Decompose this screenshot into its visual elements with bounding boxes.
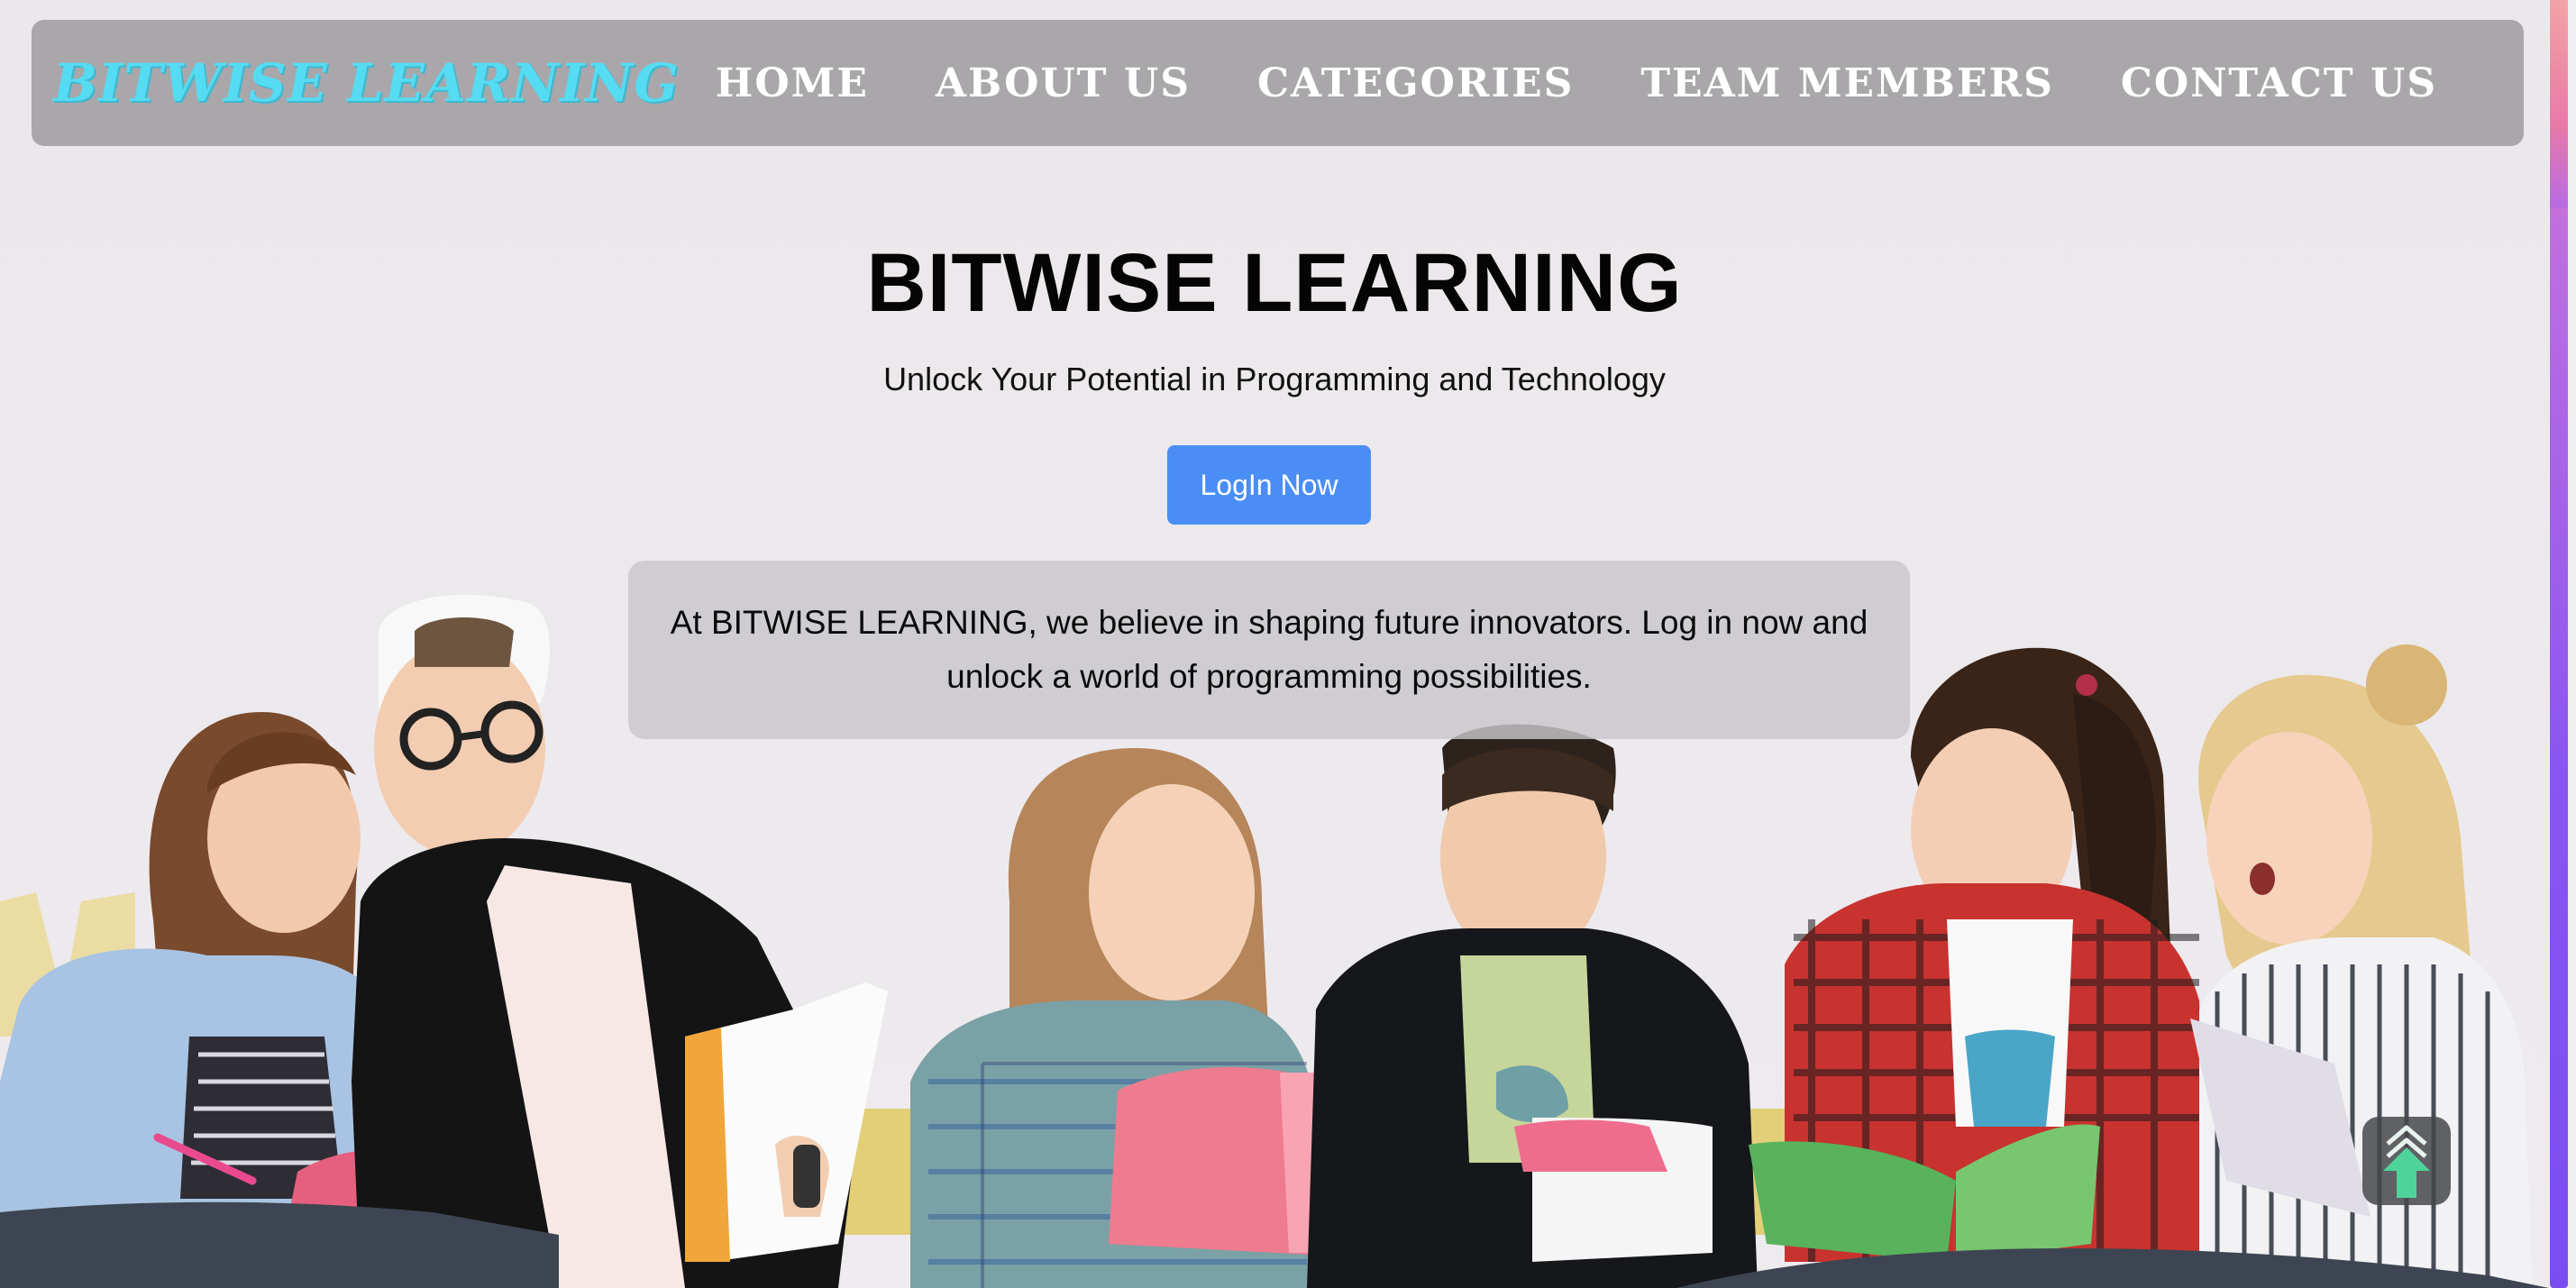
nav-link-about-us[interactable]: ABOUT US [936,60,1191,106]
brand-logo[interactable]: BITWISE LEARNING [53,52,680,114]
scrollbar-thumb-highlight [2550,0,2568,207]
nav-link-team-members[interactable]: TEAM MEMBERS [1640,60,2053,106]
nav-link-home[interactable]: HOME [716,60,869,106]
navbar: BITWISE LEARNING HOME ABOUT US CATEGORIE… [32,20,2524,146]
nav-link-categories[interactable]: CATEGORIES [1257,60,1574,106]
double-chevron-up-arrow-icon [2383,1125,2430,1198]
nav-links: HOME ABOUT US CATEGORIES TEAM MEMBERS CO… [716,60,2504,106]
student-5 [1749,647,2208,1262]
about-text: At BITWISE LEARNING, we believe in shapi… [670,604,1868,695]
student-6 [2190,644,2533,1288]
about-text-box: At BITWISE LEARNING, we believe in shapi… [628,561,1910,739]
login-button[interactable]: LogIn Now [1167,445,1371,525]
hero-subtitle: Unlock Your Potential in Programming and… [883,361,1666,397]
page: BITWISE LEARNING HOME ABOUT US CATEGORIE… [0,0,2549,1288]
scroll-to-top-button[interactable] [2362,1117,2451,1205]
student-4 [1307,724,1758,1288]
nav-link-contact-us[interactable]: CONTACT US [2121,60,2437,106]
hero-title: BITWISE LEARNING [866,237,1683,329]
